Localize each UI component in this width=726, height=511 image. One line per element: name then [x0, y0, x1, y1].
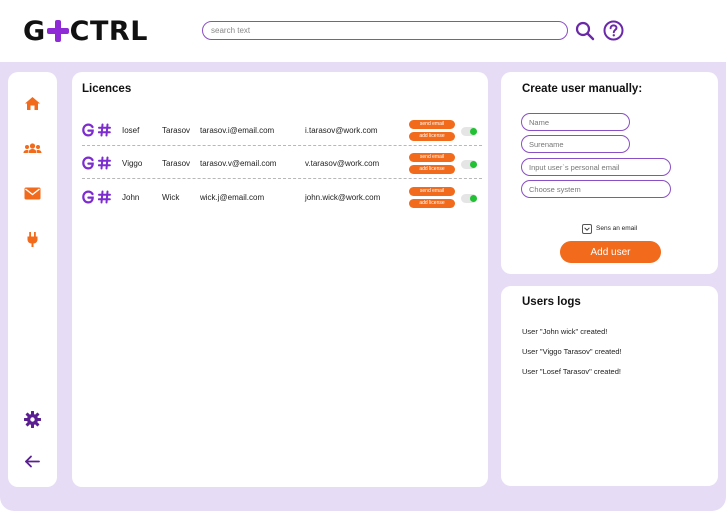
- licence-row: Iosef Tarasov tarasov.i@email.com i.tarasov…: [82, 116, 482, 146]
- slack-icon: [98, 123, 111, 137]
- search-icon[interactable]: [575, 21, 595, 41]
- last-name: Tarasov: [162, 159, 191, 168]
- surname-input[interactable]: [521, 135, 630, 153]
- personal-email-input[interactable]: [521, 158, 671, 176]
- send-email-checkbox[interactable]: [582, 224, 592, 234]
- log-item: User "Losef Tarasov" created!: [522, 367, 621, 376]
- sidebar: [8, 72, 57, 487]
- users-logs-panel: Users logs User "John wick" created! Use…: [501, 286, 718, 486]
- first-name: Iosef: [122, 126, 140, 135]
- work-email: i.tarasov@work.com: [305, 126, 378, 135]
- send-email-button[interactable]: send email: [409, 120, 455, 129]
- arrow-left-icon[interactable]: [23, 452, 42, 471]
- logo-text-left: G: [23, 15, 46, 47]
- licence-row: Viggo Tarasov tarasov.v@email.com v.tarasov…: [82, 149, 482, 179]
- licence-row: John Wick wick.j@email.com john.wick@work.c…: [82, 183, 482, 213]
- last-name: Tarasov: [162, 126, 191, 135]
- personal-email: tarasov.i@email.com: [200, 126, 275, 135]
- name-input[interactable]: [521, 113, 630, 131]
- toggle-knob: [470, 161, 477, 168]
- users-icon[interactable]: [23, 139, 42, 158]
- create-user-panel: Create user manually: Sens an email Add …: [501, 72, 718, 274]
- first-name: Viggo: [122, 159, 143, 168]
- personal-email: tarasov.v@email.com: [200, 159, 277, 168]
- header: G CTRL: [0, 0, 726, 62]
- create-user-title: Create user manually:: [522, 83, 643, 95]
- google-icon: [82, 156, 94, 170]
- log-item: User "John wick" created!: [522, 327, 608, 336]
- licence-toggle[interactable]: [461, 127, 477, 136]
- gear-icon[interactable]: [23, 410, 42, 429]
- help-icon[interactable]: [603, 20, 624, 41]
- first-name: John: [122, 193, 140, 202]
- toggle-knob: [470, 128, 477, 135]
- licence-toggle[interactable]: [461, 160, 477, 169]
- logo-text-right: CTRL: [69, 15, 148, 47]
- slack-icon: [98, 156, 111, 170]
- app-window: G CTRL search text Licences Iosef Taraso…: [0, 0, 726, 511]
- home-icon[interactable]: [23, 94, 42, 113]
- users-logs-title: Users logs: [522, 296, 581, 308]
- checkmark-icon: [584, 227, 590, 231]
- toggle-knob: [470, 195, 477, 202]
- log-item: User "Viggo Tarasov" created!: [522, 347, 622, 356]
- add-license-button[interactable]: add license: [409, 132, 455, 141]
- work-email: v.tarasov@work.com: [305, 159, 380, 168]
- send-email-label: Sens an email: [596, 225, 638, 232]
- send-email-button[interactable]: send email: [409, 187, 455, 196]
- work-email: john.wick@work.com: [305, 193, 381, 202]
- google-icon: [82, 190, 94, 204]
- logo-plus-icon: [46, 20, 69, 42]
- add-user-button[interactable]: Add user: [560, 241, 661, 263]
- licences-panel: Licences Iosef Tarasov tarasov.i@email.com…: [72, 72, 488, 487]
- send-email-button[interactable]: send email: [409, 153, 455, 162]
- choose-system-select[interactable]: [521, 180, 671, 198]
- last-name: Wick: [162, 193, 180, 202]
- plug-icon[interactable]: [23, 230, 42, 249]
- google-icon: [82, 123, 94, 137]
- licences-title: Licences: [82, 83, 132, 95]
- add-license-button[interactable]: add license: [409, 165, 455, 174]
- logo: G CTRL: [23, 14, 148, 48]
- personal-email: wick.j@email.com: [200, 193, 265, 202]
- add-license-button[interactable]: add license: [409, 199, 455, 208]
- slack-icon: [98, 190, 111, 204]
- licence-toggle[interactable]: [461, 194, 477, 203]
- search-input[interactable]: [202, 21, 568, 40]
- mail-icon[interactable]: [23, 184, 42, 203]
